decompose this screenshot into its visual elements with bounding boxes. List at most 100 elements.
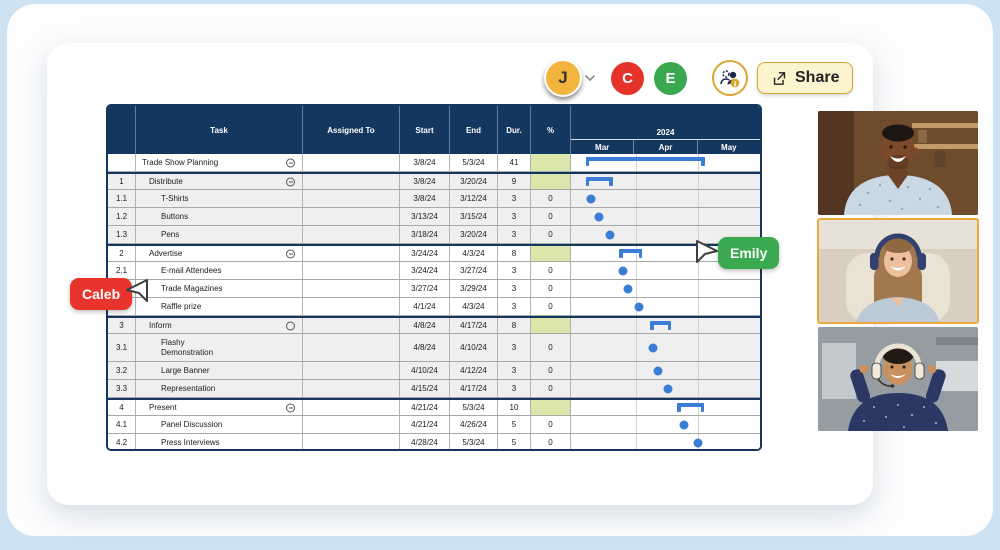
cell-task[interactable]: Raffle prize xyxy=(135,298,302,315)
video-tile-man[interactable] xyxy=(818,111,978,215)
cell-task[interactable]: Distribute xyxy=(135,174,302,189)
cell-assigned[interactable] xyxy=(302,416,399,433)
cell-assigned[interactable] xyxy=(302,208,399,225)
cell-end[interactable]: 3/20/24 xyxy=(449,174,497,189)
cell-task[interactable]: E-mail Attendees xyxy=(135,262,302,279)
cell-gantt[interactable] xyxy=(570,174,760,189)
cell-pct[interactable] xyxy=(530,400,570,415)
avatar-user-c[interactable]: C xyxy=(611,62,644,95)
share-button[interactable]: Share xyxy=(757,62,854,94)
gantt-summary-bar[interactable] xyxy=(585,177,613,186)
cell-end[interactable]: 4/12/24 xyxy=(449,362,497,379)
cell-pct[interactable]: 0 xyxy=(530,262,570,279)
cell-gantt[interactable] xyxy=(570,190,760,207)
gantt-task-dot[interactable] xyxy=(618,266,628,275)
gantt-task-dot[interactable] xyxy=(634,302,644,311)
cell-dur[interactable]: 3 xyxy=(497,362,530,379)
cell-start[interactable]: 3/24/24 xyxy=(399,262,449,279)
cell-start[interactable]: 3/18/24 xyxy=(399,226,449,243)
cell-pct[interactable]: 0 xyxy=(530,380,570,397)
cell-end[interactable]: 3/15/24 xyxy=(449,208,497,225)
cell-gantt[interactable] xyxy=(570,318,760,333)
cell-dur[interactable]: 41 xyxy=(497,154,530,171)
cell-end[interactable]: 4/10/24 xyxy=(449,334,497,361)
cell-start[interactable]: 4/1/24 xyxy=(399,298,449,315)
cell-dur[interactable]: 3 xyxy=(497,280,530,297)
gantt-summary-bar[interactable] xyxy=(650,321,672,330)
cell-gantt[interactable] xyxy=(570,416,760,433)
cell-task[interactable]: Large Banner xyxy=(135,362,302,379)
cell-gantt[interactable] xyxy=(570,208,760,225)
collapse-toggle-icon[interactable] xyxy=(286,249,295,258)
cell-gantt[interactable] xyxy=(570,280,760,297)
cell-pct[interactable]: 0 xyxy=(530,434,570,449)
collapse-toggle-icon[interactable] xyxy=(286,403,295,412)
cell-assigned[interactable] xyxy=(302,400,399,415)
cell-assigned[interactable] xyxy=(302,362,399,379)
cell-wbs[interactable] xyxy=(108,154,135,171)
cell-task[interactable]: Trade Show Planning xyxy=(135,154,302,171)
video-tile-woman-active[interactable] xyxy=(817,218,979,324)
cell-assigned[interactable] xyxy=(302,226,399,243)
cell-task[interactable]: Representation xyxy=(135,380,302,397)
gantt-summary-bar[interactable] xyxy=(585,157,705,166)
cell-end[interactable]: 3/20/24 xyxy=(449,226,497,243)
cell-dur[interactable]: 3 xyxy=(497,334,530,361)
cell-wbs[interactable]: 4.1 xyxy=(108,416,135,433)
collaborators-button[interactable] xyxy=(712,60,748,96)
cell-pct[interactable]: 0 xyxy=(530,298,570,315)
cell-dur[interactable]: 3 xyxy=(497,208,530,225)
cell-assigned[interactable] xyxy=(302,280,399,297)
cell-start[interactable]: 4/10/24 xyxy=(399,362,449,379)
gantt-task-dot[interactable] xyxy=(648,343,658,352)
cell-assigned[interactable] xyxy=(302,154,399,171)
cell-end[interactable]: 4/26/24 xyxy=(449,416,497,433)
cell-pct[interactable] xyxy=(530,246,570,261)
cell-end[interactable]: 4/17/24 xyxy=(449,380,497,397)
cell-dur[interactable]: 5 xyxy=(497,434,530,449)
gantt-task-dot[interactable] xyxy=(693,438,703,447)
cell-start[interactable]: 4/8/24 xyxy=(399,334,449,361)
cell-pct[interactable] xyxy=(530,154,570,171)
cell-end[interactable]: 3/29/24 xyxy=(449,280,497,297)
cell-pct[interactable]: 0 xyxy=(530,334,570,361)
cell-end[interactable]: 5/3/24 xyxy=(449,434,497,449)
cell-gantt[interactable] xyxy=(570,434,760,449)
cell-end[interactable]: 4/3/24 xyxy=(449,298,497,315)
cell-end[interactable]: 3/12/24 xyxy=(449,190,497,207)
cell-pct[interactable]: 0 xyxy=(530,416,570,433)
cell-pct[interactable]: 0 xyxy=(530,280,570,297)
cell-dur[interactable]: 5 xyxy=(497,416,530,433)
cell-dur[interactable]: 10 xyxy=(497,400,530,415)
cell-start[interactable]: 3/8/24 xyxy=(399,174,449,189)
cell-dur[interactable]: 3 xyxy=(497,226,530,243)
cell-gantt[interactable] xyxy=(570,334,760,361)
cell-assigned[interactable] xyxy=(302,190,399,207)
cell-assigned[interactable] xyxy=(302,318,399,333)
cell-assigned[interactable] xyxy=(302,380,399,397)
cell-start[interactable]: 3/24/24 xyxy=(399,246,449,261)
cell-dur[interactable]: 9 xyxy=(497,174,530,189)
cell-start[interactable]: 3/8/24 xyxy=(399,190,449,207)
cell-wbs[interactable]: 3.1 xyxy=(108,334,135,361)
cell-gantt[interactable] xyxy=(570,380,760,397)
collapse-toggle-icon[interactable] xyxy=(286,158,295,167)
gantt-task-dot[interactable] xyxy=(605,230,615,239)
gantt-task-dot[interactable] xyxy=(653,366,663,375)
cell-start[interactable]: 3/13/24 xyxy=(399,208,449,225)
cell-wbs[interactable]: 4.2 xyxy=(108,434,135,449)
cell-wbs[interactable]: 1.2 xyxy=(108,208,135,225)
cell-end[interactable]: 3/27/24 xyxy=(449,262,497,279)
video-tile-woman-headset[interactable] xyxy=(818,327,978,431)
cell-gantt[interactable] xyxy=(570,400,760,415)
cell-start[interactable]: 3/27/24 xyxy=(399,280,449,297)
cell-start[interactable]: 4/28/24 xyxy=(399,434,449,449)
cell-end[interactable]: 5/3/24 xyxy=(449,154,497,171)
cell-wbs[interactable]: 1 xyxy=(108,174,135,189)
cell-assigned[interactable] xyxy=(302,434,399,449)
cell-pct[interactable]: 0 xyxy=(530,208,570,225)
gantt-summary-bar[interactable] xyxy=(619,249,642,258)
cell-assigned[interactable] xyxy=(302,246,399,261)
cell-wbs[interactable]: 1.3 xyxy=(108,226,135,243)
cell-dur[interactable]: 3 xyxy=(497,262,530,279)
